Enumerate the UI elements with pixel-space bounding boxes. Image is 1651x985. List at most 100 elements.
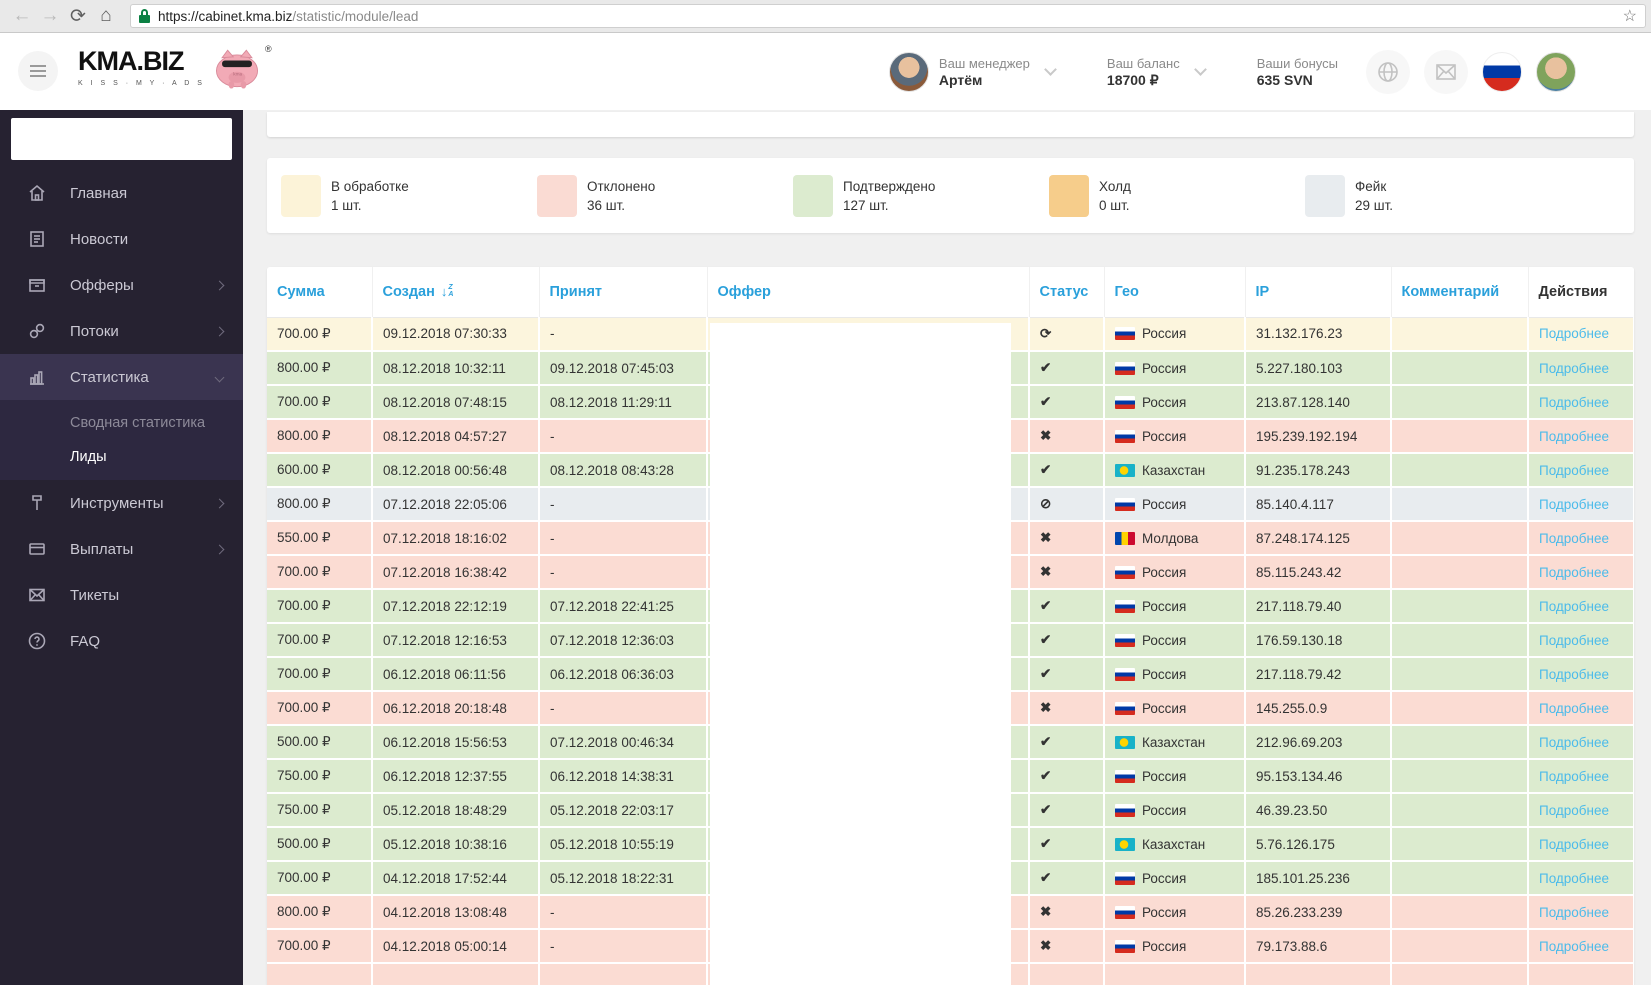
sidebar-item-выплаты[interactable]: Выплаты <box>0 526 243 572</box>
cell-comment <box>1391 555 1529 590</box>
chevron-right-icon <box>214 326 225 336</box>
cell-created: 05.12.2018 18:48:29 <box>372 793 540 828</box>
address-bar[interactable]: https://cabinet.kma.biz/statistic/module… <box>130 4 1646 28</box>
details-link[interactable]: Подробнее <box>1539 803 1609 818</box>
column-header-комментарий[interactable]: Комментарий <box>1391 267 1529 318</box>
sidebar-item-офферы[interactable]: Офферы <box>0 262 243 308</box>
details-link[interactable]: Подробнее <box>1539 667 1609 682</box>
cell-status: ✔ <box>1029 623 1105 658</box>
details-link[interactable]: Подробнее <box>1539 326 1609 341</box>
hamburger-menu-button[interactable] <box>18 51 58 91</box>
cell-ip: 185.101.25.236 <box>1245 861 1392 896</box>
browser-refresh-icon[interactable]: ⟳ <box>64 5 92 28</box>
cell-status: ✔ <box>1029 351 1105 386</box>
flag-ru-icon <box>1115 701 1135 715</box>
cell-accepted: 06.12.2018 14:38:31 <box>539 759 708 794</box>
cell-sum: 800.00 ₽ <box>267 419 373 454</box>
cell-comment <box>1391 351 1529 386</box>
cell-status <box>1029 963 1105 985</box>
chevron-right-icon <box>214 498 225 508</box>
filter-card-bottom-edge <box>267 112 1634 137</box>
details-link[interactable]: Подробнее <box>1539 565 1609 580</box>
messages-button[interactable] <box>1424 49 1468 94</box>
cell-accepted: - <box>539 521 708 556</box>
cell-accepted: - <box>539 929 708 964</box>
browser-back-icon[interactable]: ← <box>8 5 36 27</box>
column-header-сумма[interactable]: Сумма <box>267 267 373 318</box>
user-avatar[interactable] <box>1536 51 1576 92</box>
cell-comment <box>1391 691 1529 726</box>
browser-toolbar: ← → ⟳ ⌂ https://cabinet.kma.biz/statisti… <box>0 0 1651 33</box>
details-link[interactable]: Подробнее <box>1539 769 1609 784</box>
balance-menu[interactable]: Ваш баланс 18700 ₽ <box>1097 55 1207 89</box>
column-header-статус[interactable]: Статус <box>1029 267 1105 318</box>
locale-flag-russia[interactable] <box>1482 51 1522 92</box>
logo[interactable]: KMA.BIZ K I S S · M Y · A D S kma ® <box>78 44 272 90</box>
column-header-действия[interactable]: Действия <box>1528 267 1634 318</box>
legend-label: Холд <box>1099 178 1131 194</box>
cell-sum: 750.00 ₽ <box>267 759 373 794</box>
browser-home-icon[interactable]: ⌂ <box>92 5 120 27</box>
details-link[interactable]: Подробнее <box>1539 429 1609 444</box>
sidebar-item-тикеты[interactable]: Тикеты <box>0 572 243 618</box>
geo-label: Россия <box>1142 938 1187 954</box>
cell-geo: Россия <box>1104 895 1246 930</box>
manager-menu[interactable]: Ваш менеджер Артём <box>888 51 1057 92</box>
cell-ip: 91.235.178.243 <box>1245 453 1392 488</box>
details-link[interactable]: Подробнее <box>1539 735 1609 750</box>
geo-label: Казахстан <box>1142 836 1206 852</box>
details-link[interactable]: Подробнее <box>1539 905 1609 920</box>
browser-forward-icon[interactable]: → <box>36 5 64 27</box>
sidebar-item-новости[interactable]: Новости <box>0 216 243 262</box>
sidebar-item-label: Новости <box>70 230 129 248</box>
cell-geo: Россия <box>1104 657 1246 692</box>
sidebar-item-статистика[interactable]: Статистика <box>0 354 243 400</box>
column-header-принят[interactable]: Принят <box>539 267 708 318</box>
sidebar-item-главная[interactable]: Главная <box>0 170 243 216</box>
details-link[interactable]: Подробнее <box>1539 701 1609 716</box>
balance-value: 18700 ₽ <box>1106 71 1159 88</box>
details-link[interactable]: Подробнее <box>1539 633 1609 648</box>
column-header-ip[interactable]: IP <box>1245 267 1392 318</box>
flag-ru-icon <box>1115 667 1135 681</box>
sidebar-item-потоки[interactable]: Потоки <box>0 308 243 354</box>
svg-text:kma: kma <box>233 71 242 76</box>
cell-status: ✔ <box>1029 793 1105 828</box>
column-header-создан[interactable]: Создан ↓ Z A <box>372 267 540 318</box>
cell-comment <box>1391 963 1529 985</box>
bookmark-star-icon[interactable]: ☆ <box>1623 6 1637 26</box>
details-link[interactable]: Подробнее <box>1539 497 1609 512</box>
sidebar-subitem-лиды[interactable]: Лиды <box>0 440 243 474</box>
details-link[interactable]: Подробнее <box>1539 871 1609 886</box>
details-link[interactable]: Подробнее <box>1539 531 1609 546</box>
details-link[interactable]: Подробнее <box>1539 395 1609 410</box>
column-header-гео[interactable]: Гео <box>1104 267 1246 318</box>
details-link[interactable]: Подробнее <box>1539 463 1609 478</box>
status-confirmed-icon: ✔ <box>1040 768 1052 783</box>
sidebar-item-faq[interactable]: FAQ <box>0 618 243 664</box>
sidebar-item-инструменты[interactable]: Инструменты <box>0 480 243 526</box>
flag-ru-icon <box>1115 905 1135 919</box>
status-rejected-icon: ✖ <box>1040 938 1052 953</box>
details-link[interactable]: Подробнее <box>1539 361 1609 376</box>
status-confirmed-icon: ✔ <box>1040 802 1052 817</box>
cell-actions: Подробнее <box>1528 589 1634 624</box>
legend-count: 127 шт. <box>843 197 889 213</box>
url-text: https://cabinet.kma.biz/statistic/module… <box>158 8 419 24</box>
sidebar-search-input[interactable] <box>11 118 232 160</box>
language-globe-button[interactable] <box>1366 49 1410 94</box>
chevron-down-icon <box>1044 63 1057 76</box>
legend-label: Подтверждено <box>843 178 936 194</box>
details-link[interactable]: Подробнее <box>1539 939 1609 954</box>
sidebar-subitem-сводная-статистика[interactable]: Сводная статистика <box>0 406 243 440</box>
sidebar-submenu: Сводная статистика Лиды <box>0 400 243 480</box>
cell-sum: 700.00 ₽ <box>267 657 373 692</box>
cell-geo: Россия <box>1104 317 1246 352</box>
details-link[interactable]: Подробнее <box>1539 599 1609 614</box>
status-confirmed-icon: ✔ <box>1040 666 1052 681</box>
cell-actions: Подробнее <box>1528 317 1634 352</box>
column-header-оффер[interactable]: Оффер <box>707 267 1030 318</box>
geo-label: Россия <box>1142 326 1187 342</box>
details-link[interactable]: Подробнее <box>1539 837 1609 852</box>
cell-created: 07.12.2018 12:16:53 <box>372 623 540 658</box>
